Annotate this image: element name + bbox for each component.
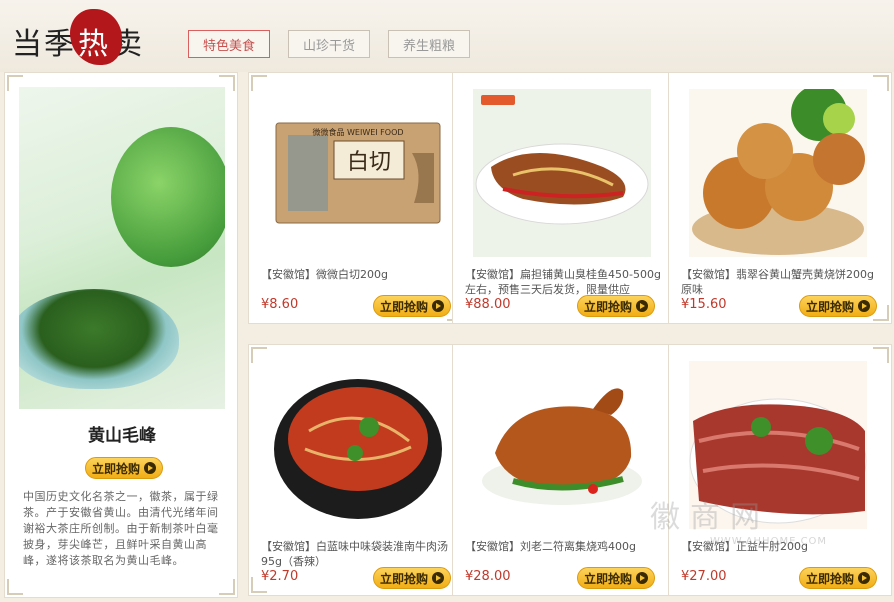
product-card: 【安徽馆】正益牛肘200g ¥27.00 立即抢购 — [668, 344, 892, 596]
product-name[interactable]: 【安徽馆】扁担铺黄山臭桂鱼450-500g左右，预售三天后发货，限量供应 — [465, 267, 661, 297]
logo-text: 当季 — [12, 27, 76, 62]
product-name[interactable]: 【安徽馆】翡翠谷黄山蟹壳黄烧饼200g原味 — [681, 267, 877, 297]
buy-button-label: 立即抢购 — [379, 571, 428, 586]
product-image[interactable] — [473, 89, 651, 257]
feature-title[interactable]: 黄山毛峰 — [5, 421, 239, 446]
fish-dish-image — [473, 89, 651, 257]
product-name[interactable]: 【安徽馆】刘老二符离集烧鸡400g — [465, 539, 661, 569]
buy-button[interactable]: 立即抢购 — [577, 567, 655, 589]
product-card: 【安徽馆】翡翠谷黄山蟹壳黄烧饼200g原味 ¥15.60 立即抢购 — [668, 72, 892, 324]
product-image[interactable] — [689, 361, 867, 529]
corner-ornament — [219, 579, 235, 595]
teapot-graphic — [111, 127, 225, 267]
beef-shank-image — [689, 361, 867, 529]
arrow-right-icon — [858, 572, 870, 584]
buy-button-label: 立即抢购 — [91, 461, 140, 476]
product-price: ¥27.00 — [681, 569, 727, 584]
category-tabs: 特色美食 山珍干货 养生粗粮 — [188, 30, 470, 58]
arrow-right-icon — [432, 572, 444, 584]
buy-button-label: 立即抢购 — [583, 299, 632, 314]
product-price: ¥28.00 — [465, 569, 511, 584]
feature-panel: 黄山毛峰 立即抢购 中国历史文化名茶之一，徽茶，属于绿茶。产于安徽省黄山。由清代… — [4, 72, 238, 598]
buy-button[interactable]: 立即抢购 — [577, 295, 655, 317]
product-price: ¥8.60 — [261, 297, 299, 312]
arrow-right-icon — [858, 300, 870, 312]
buy-button[interactable]: 立即抢购 — [799, 295, 877, 317]
product-card: 【安徽馆】扁担铺黄山臭桂鱼450-500g左右，预售三天后发货，限量供应 ¥88… — [452, 72, 670, 324]
tab-special-food[interactable]: 特色美食 — [188, 30, 270, 58]
product-price: ¥2.70 — [261, 569, 299, 584]
package-brand: 微微食品 WEIWEI FOOD — [312, 127, 403, 137]
tab-mountain-goods[interactable]: 山珍干货 — [288, 30, 370, 58]
corner-ornament — [7, 579, 23, 595]
buy-button-label: 立即抢购 — [379, 299, 428, 314]
product-image[interactable] — [473, 361, 651, 529]
buy-button-label: 立即抢购 — [583, 571, 632, 586]
buy-button[interactable]: 立即抢购 — [373, 295, 451, 317]
logo-hot-seal: 热 — [70, 9, 122, 65]
product-price: ¥15.60 — [681, 297, 727, 312]
roast-chicken-image — [473, 361, 651, 529]
tea-bowl-graphic — [19, 289, 179, 389]
corner-ornament — [873, 347, 889, 363]
product-row-2: 【安徽馆】白蓝味中味袋装淮南牛肉汤95g（香辣） ¥2.70 立即抢购 【安徽馆… — [248, 344, 892, 596]
corner-ornament — [251, 75, 267, 91]
shaobing-image — [689, 89, 867, 257]
product-price: ¥88.00 — [465, 297, 511, 312]
product-name[interactable]: 【安徽馆】正益牛肘200g — [681, 539, 877, 569]
header: 当季 热 卖 特色美食 山珍干货 养生粗粮 — [0, 0, 894, 72]
logo: 当季 热 卖 — [12, 9, 144, 65]
arrow-right-icon — [636, 300, 648, 312]
product-image[interactable]: 白切 微微食品 WEIWEI FOOD — [269, 89, 447, 257]
product-image[interactable] — [269, 361, 447, 529]
product-name[interactable]: 【安徽馆】白蓝味中味袋装淮南牛肉汤95g（香辣） — [261, 539, 457, 569]
tab-health-grains[interactable]: 养生粗粮 — [388, 30, 470, 58]
product-card: 白切 微微食品 WEIWEI FOOD 【安徽馆】微微白切200g ¥8.60 … — [248, 72, 466, 324]
feature-buy-button[interactable]: 立即抢购 — [85, 457, 163, 479]
baiqie-package-image: 白切 微微食品 WEIWEI FOOD — [275, 122, 441, 224]
product-image[interactable] — [689, 89, 867, 257]
buy-button[interactable]: 立即抢购 — [799, 567, 877, 589]
corner-ornament — [251, 347, 267, 363]
product-card: 【安徽馆】刘老二符离集烧鸡400g ¥28.00 立即抢购 — [452, 344, 670, 596]
beef-soup-image — [274, 379, 442, 519]
corner-ornament — [873, 75, 889, 91]
product-row-1: 白切 微微食品 WEIWEI FOOD 【安徽馆】微微白切200g ¥8.60 … — [248, 72, 892, 324]
buy-button[interactable]: 立即抢购 — [373, 567, 451, 589]
package-text: 白切 — [347, 150, 391, 175]
product-name[interactable]: 【安徽馆】微微白切200g — [261, 267, 457, 297]
arrow-right-icon — [144, 462, 156, 474]
product-card: 【安徽馆】白蓝味中味袋装淮南牛肉汤95g（香辣） ¥2.70 立即抢购 — [248, 344, 466, 596]
arrow-right-icon — [636, 572, 648, 584]
buy-button-label: 立即抢购 — [805, 571, 854, 586]
arrow-right-icon — [432, 300, 444, 312]
feature-image-tea[interactable] — [19, 87, 225, 409]
buy-button-label: 立即抢购 — [805, 299, 854, 314]
feature-description: 中国历史文化名茶之一，徽茶，属于绿茶。产于安徽省黄山。由清代光绪年间谢裕大茶庄所… — [23, 490, 219, 567]
